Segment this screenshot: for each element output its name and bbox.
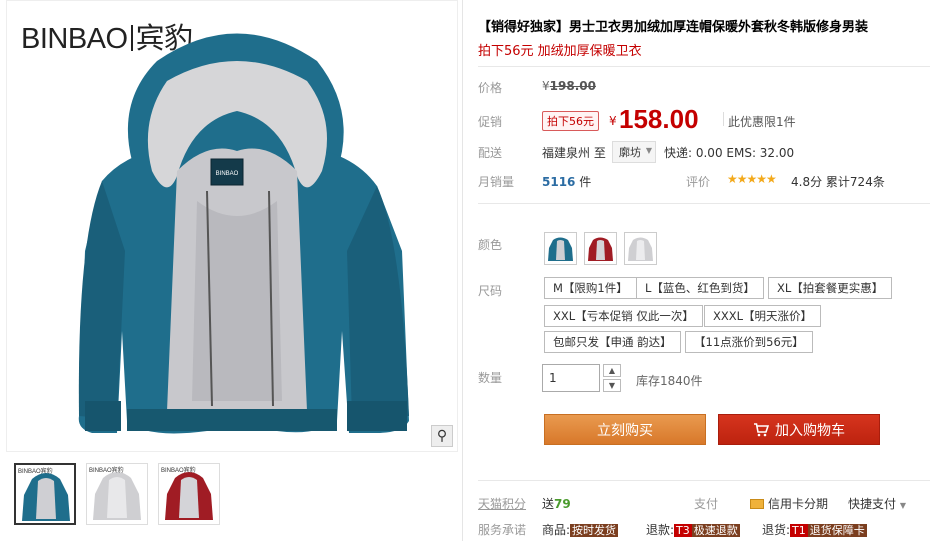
promo-badge: 拍下56元 xyxy=(542,111,599,131)
promo-limit-note: 此优惠限1件 xyxy=(728,115,796,129)
size-option-m[interactable]: M【限购1件】 xyxy=(544,277,637,299)
ship-to-word: 至 xyxy=(593,146,606,160)
monthly-sales: 5116 件 xyxy=(542,173,591,190)
size-option-xxxl[interactable]: XXXL【明天涨价】 xyxy=(704,305,822,327)
service-code: T3 xyxy=(674,524,692,537)
divider xyxy=(478,66,930,67)
service-label: 服务承诺 xyxy=(478,523,527,537)
shipping-fee: 快递: 0.00 EMS: 32.00 xyxy=(664,146,795,160)
quantity-input[interactable] xyxy=(542,364,600,392)
service-tag: 按时发货 xyxy=(570,524,619,537)
svg-text:BINBAO: BINBAO xyxy=(216,171,239,177)
magnifier-icon[interactable]: ⚲ xyxy=(431,425,453,447)
promo-price: 158.00 xyxy=(619,104,699,134)
ship-from-value: 福建泉州 xyxy=(542,146,591,160)
thumb-brand-label: BINBAO宾豹 xyxy=(18,469,53,475)
size-option-xl[interactable]: XL【拍套餐更实惠】 xyxy=(768,277,893,299)
color-swatch-blue[interactable] xyxy=(544,232,577,265)
thumbnail-blue[interactable]: BINBAO宾豹 xyxy=(14,463,76,525)
thumbnail-gray[interactable]: BINBAO宾豹 xyxy=(86,463,148,525)
thumb-brand-label: BINBAO宾豹 xyxy=(89,468,124,474)
size-option-price-note[interactable]: 【11点涨价到56元】 xyxy=(685,331,813,353)
payment-label: 支付 xyxy=(694,497,719,511)
credit-label: 信用卡分期 xyxy=(768,497,829,511)
points-number: 79 xyxy=(554,497,571,511)
divider xyxy=(478,203,930,204)
fast-pay-dropdown[interactable]: 快捷支付 ▼ xyxy=(848,495,906,512)
service-tag: 极速退款 xyxy=(691,524,740,537)
fast-pay-label: 快捷支付 xyxy=(848,497,897,511)
ship-from: 福建泉州 至 xyxy=(542,144,606,161)
thumbnail-strip: BINBAO宾豹 BINBAO宾豹 BINBAO宾豹 xyxy=(14,463,220,525)
jacket-illustration: BINBAO xyxy=(78,33,409,434)
product-title: 【销得好独家】男士卫衣男加绒加厚连帽保暖外套秋冬韩版修身男装 xyxy=(478,20,869,35)
ship-to-dropdown[interactable]: 廓坊 ▼ xyxy=(612,141,656,163)
stock-count: 库存1840件 xyxy=(636,374,703,388)
size-option-xxl[interactable]: XXL【亏本促销 仅此一次】 xyxy=(544,305,703,327)
main-product-image[interactable]: BINBAO 宾豹 BINBAO ⚲ xyxy=(6,0,458,452)
shipping-label: 配送 xyxy=(478,146,503,160)
original-price: ¥198.00 xyxy=(542,79,596,93)
review-count: 累计724条 xyxy=(825,175,885,189)
size-option-l[interactable]: L【蓝色、红色到货】 xyxy=(636,277,764,299)
swatch-jacket-red-image xyxy=(588,237,613,261)
tmall-points-label[interactable]: 天猫积分 xyxy=(478,495,526,512)
original-price-value: 198.00 xyxy=(549,79,596,93)
service-return-guarantee[interactable]: 退货: T1 退货保障卡 xyxy=(762,521,867,538)
swatch-jacket-gray-image xyxy=(628,237,653,261)
chevron-down-icon[interactable]: ▼ xyxy=(603,379,621,392)
service-prefix: 退货: xyxy=(762,523,791,537)
service-prefix: 商品: xyxy=(542,523,571,537)
price-label: 价格 xyxy=(478,81,503,95)
product-subtitle: 拍下56元 加绒加厚保暖卫衣 xyxy=(478,44,642,59)
add-to-cart-label: 加入购物车 xyxy=(775,422,845,439)
credit-card-icon xyxy=(750,498,764,509)
buy-now-button[interactable]: 立刻购买 xyxy=(544,414,706,445)
panel-divider xyxy=(462,0,463,541)
service-code: T1 xyxy=(790,524,808,537)
size-option-free-shipping[interactable]: 包邮只发【申通 韵达】 xyxy=(544,331,681,353)
promo-label: 促销 xyxy=(478,115,503,129)
color-label: 颜色 xyxy=(478,238,503,252)
service-prefix: 退款: xyxy=(646,523,675,537)
buy-now-label: 立刻购买 xyxy=(597,422,653,439)
points-prefix: 送 xyxy=(542,497,555,511)
thumbnail-red[interactable]: BINBAO宾豹 xyxy=(158,463,220,525)
chevron-down-icon: ▼ xyxy=(645,146,652,155)
ship-to-value: 廓坊 xyxy=(619,146,641,159)
credit-installment[interactable]: 信用卡分期 xyxy=(750,495,828,512)
service-tag: 退货保障卡 xyxy=(807,524,867,537)
divider xyxy=(478,480,930,481)
service-ship-on-time[interactable]: 商品: 按时发货 xyxy=(542,521,619,538)
color-swatch-red[interactable] xyxy=(584,232,617,265)
swatch-jacket-blue-image xyxy=(548,237,573,261)
sales-unit: 件 xyxy=(579,175,592,189)
rating-label: 评价 xyxy=(686,175,711,189)
quantity-label: 数量 xyxy=(478,371,503,385)
sales-count: 5116 xyxy=(542,175,576,189)
promo-currency: ¥ xyxy=(609,114,617,128)
points-value: 送79 xyxy=(542,495,571,512)
currency-symbol: ¥ xyxy=(542,79,550,93)
chevron-up-icon[interactable]: ▲ xyxy=(603,364,621,377)
cart-icon xyxy=(754,422,769,436)
service-fast-refund[interactable]: 退款: T3 极速退款 xyxy=(646,521,740,538)
product-gallery: BINBAO 宾豹 BINBAO ⚲ BINBAO宾豹 BINBAO宾豹 BIN… xyxy=(6,0,458,541)
rating-value[interactable]: 4.8分 累计724条 xyxy=(791,173,885,190)
size-label: 尺码 xyxy=(478,284,503,298)
color-swatch-gray[interactable] xyxy=(624,232,657,265)
thumb-brand-label: BINBAO宾豹 xyxy=(161,468,196,474)
rating-score: 4.8分 xyxy=(791,175,823,189)
add-to-cart-button[interactable]: 加入购物车 xyxy=(718,414,880,445)
divider xyxy=(723,112,724,126)
sales-label: 月销量 xyxy=(478,175,515,189)
chevron-down-icon: ▼ xyxy=(899,501,906,510)
rating-stars-icon: ★★★★★ xyxy=(727,172,777,186)
